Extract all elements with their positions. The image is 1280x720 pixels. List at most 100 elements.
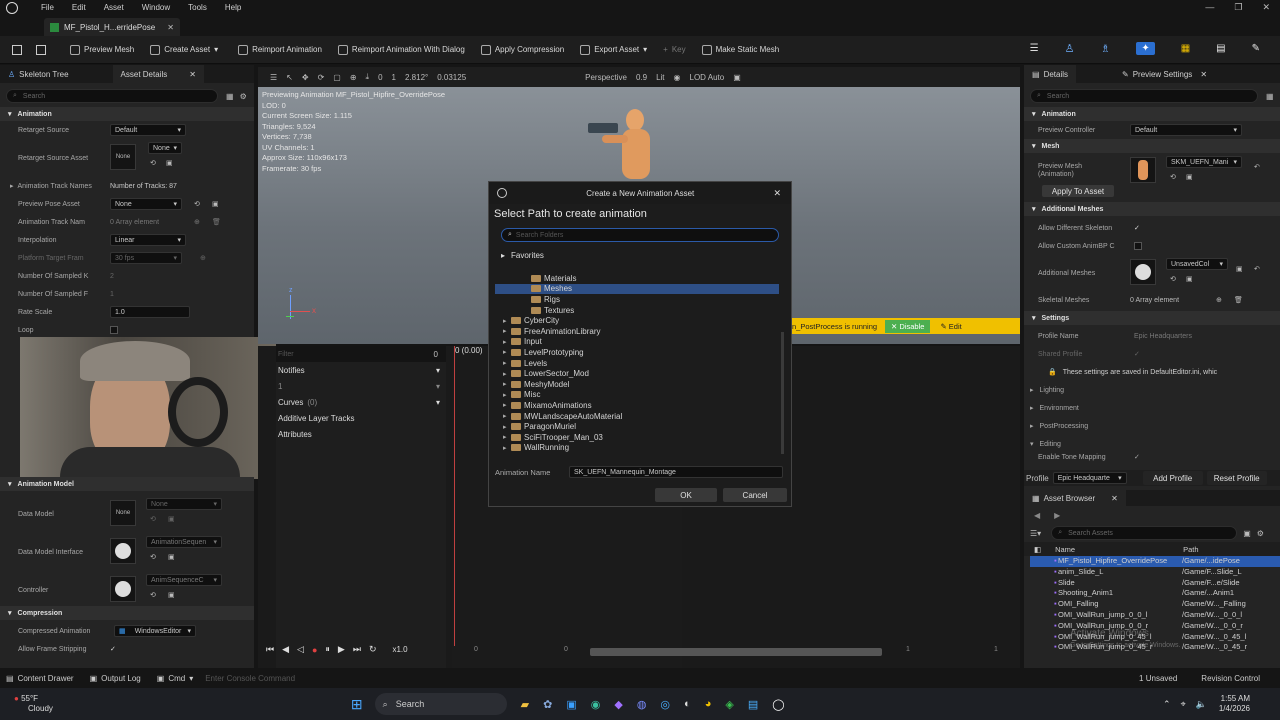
reset-to-default-icon[interactable]: ↶: [1254, 163, 1260, 171]
speed-value[interactable]: 0.9: [636, 73, 647, 82]
menu-tools[interactable]: Tools: [179, 0, 216, 16]
animation-mode-icon[interactable]: ✦: [1136, 42, 1155, 55]
folder-row[interactable]: ▸ Input: [495, 337, 779, 348]
step-back-icon[interactable]: ◀: [282, 644, 289, 655]
grid-snap-value[interactable]: 0: [378, 73, 382, 82]
reset-icon[interactable]: ⟲: [150, 591, 156, 599]
table-view-icon[interactable]: ▦: [226, 92, 234, 101]
apply-compression-button[interactable]: Apply Compression: [475, 39, 570, 61]
skip-end-icon[interactable]: ⏭: [353, 644, 361, 655]
reset-icon[interactable]: ⟲: [150, 553, 156, 561]
menu-help[interactable]: Help: [216, 0, 250, 16]
chevron-right-icon[interactable]: ▸: [503, 433, 511, 441]
copilot-icon[interactable]: ✿: [543, 698, 552, 711]
data-model-interface-thumbnail[interactable]: [110, 538, 136, 564]
monitor-icon[interactable]: ▤: [748, 698, 758, 711]
add-icon[interactable]: ⊕: [200, 254, 206, 262]
clock[interactable]: 1:55 AM 1/4/2026: [1219, 694, 1250, 714]
controller-thumbnail[interactable]: [110, 576, 136, 602]
reimport-with-dialog-button[interactable]: Reimport Animation With Dialog: [332, 39, 471, 61]
surface-snap-icon[interactable]: ⤓: [366, 72, 370, 82]
chevron-right-icon[interactable]: ▸: [10, 182, 14, 190]
section-mesh[interactable]: ▾ Mesh: [1024, 139, 1280, 153]
chevron-right-icon[interactable]: ▸: [503, 338, 511, 346]
make-static-mesh-button[interactable]: Make Static Mesh: [696, 39, 786, 61]
table-row[interactable]: ▪ Shooting_Anim1/Game/...Anim1: [1030, 588, 1280, 599]
filter-icon[interactable]: ☰▾: [1030, 529, 1041, 538]
settings-mode-icon[interactable]: ✎: [1252, 43, 1260, 54]
content-drawer-button[interactable]: ▤ Content Drawer: [6, 674, 74, 683]
folder-row[interactable]: ▸ MeshyModel: [495, 379, 779, 390]
reimport-animation-button[interactable]: Reimport Animation: [232, 39, 328, 61]
close-icon[interactable]: ✕: [1262, 2, 1270, 13]
weather-widget[interactable]: ● 55°F Cloudy: [14, 694, 53, 714]
tab-details[interactable]: ▤ Details: [1024, 65, 1077, 83]
close-tab-icon[interactable]: ✕: [1111, 494, 1118, 503]
data-model-interface-combo[interactable]: AnimationSequen ▾: [146, 536, 222, 548]
unsaved-indicator[interactable]: 1 Unsaved: [1139, 674, 1177, 683]
blueprint-mode-icon[interactable]: ▦: [1181, 43, 1190, 54]
create-asset-button[interactable]: Create Asset ▾: [144, 39, 224, 61]
file-explorer-icon[interactable]: ▰: [521, 698, 529, 711]
table-row[interactable]: ▪ OMI_WallRun_jump_0_0_l/Game/W..._0_0_l: [1030, 610, 1280, 621]
timeline-range-bar[interactable]: [590, 648, 882, 656]
chevron-right-icon[interactable]: ▸: [503, 391, 511, 399]
menu-window[interactable]: Window: [133, 0, 179, 16]
folder-row[interactable]: ▸ MWLandscapeAutoMaterial: [495, 411, 779, 422]
menu-edit[interactable]: Edit: [63, 0, 95, 16]
maximize-viewport-icon[interactable]: ▣: [733, 73, 741, 82]
rotate-icon[interactable]: ⟳: [318, 73, 325, 82]
table-view-icon[interactable]: ▦: [1266, 92, 1274, 101]
angle-snap-value[interactable]: 1: [392, 73, 396, 82]
retarget-source-combo[interactable]: Default ▾: [110, 124, 186, 136]
tab-asset-details[interactable]: Asset Details ✕: [112, 65, 204, 83]
frame-rate-combo[interactable]: 30 fps ▾: [110, 252, 182, 264]
rate-scale-input[interactable]: 1.0: [110, 306, 190, 318]
reverse-play-icon[interactable]: ◁: [297, 644, 304, 655]
lod-button[interactable]: LOD Auto: [690, 73, 725, 82]
compressed-animation-combo[interactable]: ▦ WindowsEditor ▾: [114, 625, 196, 637]
volume-icon[interactable]: 🔈: [1196, 699, 1207, 710]
preview-mesh-combo[interactable]: SKM_UEFN_Mani ▾: [1166, 156, 1242, 168]
tone-mapping-checkbox[interactable]: ✓: [1134, 453, 1140, 461]
folder-row[interactable]: ▸ CyberCity: [495, 315, 779, 326]
folder-row[interactable]: ▸ ParagonMuriel: [495, 421, 779, 432]
search-folders-input[interactable]: ⌕ Search Folders: [501, 228, 779, 242]
close-tab-icon[interactable]: ✕: [189, 70, 196, 79]
chevron-right-icon[interactable]: ▸: [503, 317, 511, 325]
table-row[interactable]: ▪ anim_Slide_L/Game/F...Slide_L: [1030, 567, 1280, 578]
world-local-icon[interactable]: ⊕: [350, 73, 357, 82]
chrome-icon[interactable]: ◕: [705, 698, 712, 710]
subsection-editing[interactable]: ▾ Editing: [1024, 435, 1280, 453]
timeline-ruler[interactable]: 0 0 1 1: [458, 646, 1020, 658]
table-row[interactable]: ▪ MF_Pistol_Hipfire_OverridePose/Game/...…: [1030, 556, 1280, 567]
key-button[interactable]: + Key: [657, 39, 691, 61]
folder-row[interactable]: Materials: [495, 273, 779, 284]
tab-preview-settings[interactable]: ✎ Preview Settings ✕: [1114, 65, 1215, 83]
shared-profile-checkbox[interactable]: ✓: [1134, 350, 1140, 358]
browser-icon[interactable]: ◎: [660, 698, 670, 711]
column-name[interactable]: Name: [1055, 545, 1183, 554]
app-icon[interactable]: ◈: [725, 698, 733, 711]
windows-start-icon[interactable]: ⊞: [351, 696, 363, 713]
data-model-thumbnail[interactable]: None: [110, 500, 136, 526]
interpolation-combo[interactable]: Linear ▾: [110, 234, 186, 246]
browse-icon[interactable]: ▣: [168, 515, 175, 523]
folder-row[interactable]: ▸ LevelPrototyping: [495, 347, 779, 358]
document-tab[interactable]: MF_Pistol_H...erridePose ✕: [44, 18, 180, 36]
tray-chevron-icon[interactable]: ⌃: [1163, 699, 1171, 710]
physics-mode-icon[interactable]: ▤: [1216, 43, 1225, 54]
chevron-right-icon[interactable]: ▸: [503, 327, 511, 335]
steam-icon[interactable]: ◐: [684, 698, 691, 710]
profile-combo[interactable]: Epic Headquarte ▾: [1052, 472, 1127, 484]
folder-row[interactable]: ▸ WallRunning: [495, 443, 779, 454]
folder-row[interactable]: ▸ MixamoAnimations: [495, 400, 779, 411]
section-animation[interactable]: ▾ Animation: [0, 107, 254, 121]
subsection-lighting[interactable]: ▸ Lighting: [1024, 381, 1280, 399]
reset-profile-button[interactable]: Reset Profile: [1206, 471, 1267, 485]
move-icon[interactable]: ✥: [302, 73, 309, 82]
loop-icon[interactable]: ↻: [369, 644, 377, 655]
preview-controller-combo[interactable]: Default ▾: [1130, 124, 1242, 136]
search-assets-input[interactable]: ⌕ Search Assets: [1051, 526, 1238, 540]
chevron-right-icon[interactable]: ▸: [503, 423, 511, 431]
